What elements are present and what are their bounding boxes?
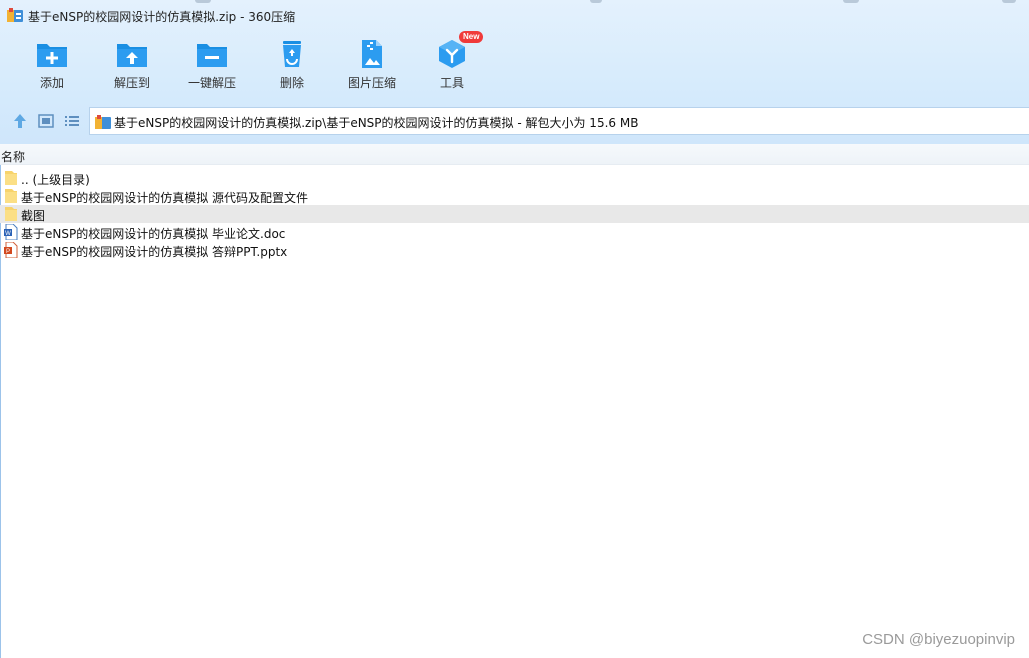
list-item-label: 基于eNSP的校园网设计的仿真模拟 答辩PPT.pptx (21, 245, 288, 259)
navigation-row: 基于eNSP的校园网设计的仿真模拟.zip\基于eNSP的校园网设计的仿真模拟 … (0, 106, 1029, 138)
powerpoint-document-icon: P (4, 242, 18, 258)
add-label: 添加 (39, 76, 64, 90)
list-item-source-folder[interactable]: 基于eNSP的校园网设计的仿真模拟 源代码及配置文件 (0, 187, 1029, 205)
column-name-label: 名称 (1, 150, 26, 164)
address-bar[interactable]: 基于eNSP的校园网设计的仿真模拟.zip\基于eNSP的校园网设计的仿真模拟 … (89, 107, 1029, 135)
folder-icon (5, 189, 17, 203)
folder-oneclick-extract-icon (197, 44, 227, 67)
folder-add-icon (37, 44, 67, 67)
tools-label: 工具 (439, 76, 464, 90)
list-item-defense-pptx[interactable]: P 基于eNSP的校园网设计的仿真模拟 答辩PPT.pptx (0, 241, 1029, 259)
tools-cube-icon (439, 40, 465, 68)
up-arrow-icon[interactable] (11, 112, 29, 130)
current-path: 基于eNSP的校园网设计的仿真模拟.zip\基于eNSP的校园网设计的仿真模拟 … (114, 116, 639, 130)
folder-extract-icon (117, 44, 147, 67)
add-button[interactable]: 添加 (16, 34, 88, 98)
folder-icon (5, 171, 17, 185)
one-click-extract-button[interactable]: 一键解压 (176, 34, 248, 98)
window-title: 基于eNSP的校园网设计的仿真模拟.zip - 360压缩 (28, 10, 296, 24)
list-view-icon[interactable] (63, 112, 81, 130)
recycle-bin-icon (283, 41, 301, 67)
list-item-label: 基于eNSP的校园网设计的仿真模拟 毕业论文.doc (21, 227, 286, 241)
new-badge: New (459, 31, 484, 43)
list-item-label: 截图 (21, 209, 46, 223)
word-document-icon: W (4, 224, 18, 240)
list-item-thesis-doc[interactable]: W 基于eNSP的校园网设计的仿真模拟 毕业论文.doc (0, 223, 1029, 241)
image-compress-icon (362, 40, 382, 68)
list-item-parent-directory[interactable]: .. (上级目录) (0, 169, 1029, 187)
archive-app-icon (7, 8, 23, 22)
file-list: 名称 .. (上级目录) 基于eNSP的校园网设计的仿真模拟 源代码及配置文件 … (0, 144, 1029, 658)
list-item-screenshots-folder[interactable]: 截图 (0, 205, 1029, 223)
folder-icon (5, 207, 17, 221)
toolbar: 添加 解压到 一键解压 删除 图片压缩 New 工具 (0, 31, 1029, 100)
title-bar[interactable]: 基于eNSP的校园网设计的仿真模拟.zip - 360压缩 (0, 0, 1029, 30)
thumbnail-view-icon[interactable] (37, 112, 55, 130)
watermark: CSDN @biyezuopinvip (862, 631, 1015, 648)
extract-to-button[interactable]: 解压到 (96, 34, 168, 98)
delete-label: 删除 (279, 76, 304, 90)
archive-icon (95, 115, 111, 129)
list-item-label: 基于eNSP的校园网设计的仿真模拟 源代码及配置文件 (21, 191, 309, 205)
svg-text:W: W (5, 231, 11, 237)
one-click-extract-label: 一键解压 (187, 76, 236, 90)
image-compress-label: 图片压缩 (347, 76, 396, 90)
delete-button[interactable]: 删除 (256, 34, 328, 98)
image-compress-button[interactable]: 图片压缩 (336, 34, 408, 98)
extract-to-label: 解压到 (113, 76, 150, 90)
tools-button[interactable]: New 工具 (416, 31, 488, 98)
list-item-label: .. (上级目录) (21, 173, 90, 187)
window-chrome: 基于eNSP的校园网设计的仿真模拟.zip - 360压缩 添加 解压到 一键解… (0, 0, 1029, 144)
column-header-name[interactable]: 名称 (0, 144, 1029, 165)
svg-text:P: P (6, 249, 10, 255)
